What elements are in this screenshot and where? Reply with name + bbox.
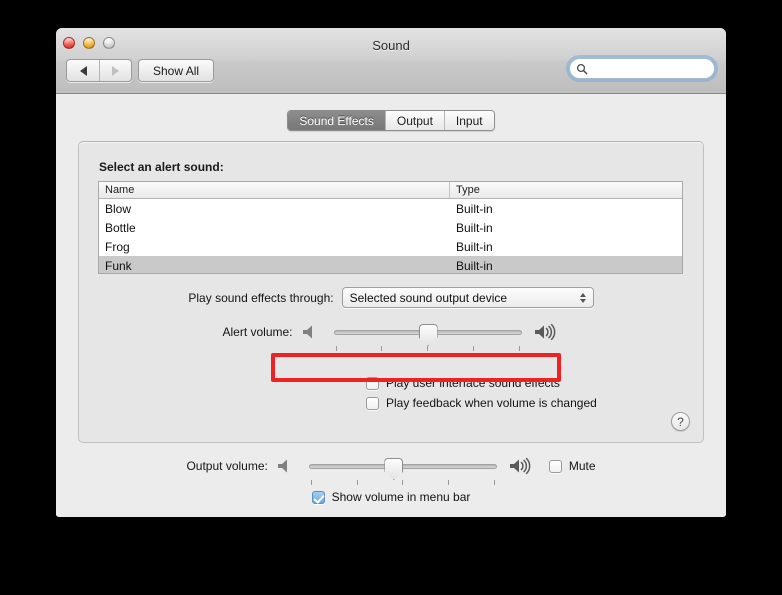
alert-volume-row: Alert volume: (79, 322, 703, 351)
speaker-low-icon (302, 325, 312, 339)
volume-feedback-label: Play feedback when volume is changed (386, 396, 597, 410)
navigation-segmented-control (66, 59, 132, 82)
cell-name: Funk (105, 258, 132, 273)
show-volume-menu-bar-row[interactable]: Show volume in menu bar (56, 490, 726, 504)
tab-bar: Sound Effects Output Input (56, 110, 726, 131)
mute-checkbox[interactable] (548, 459, 562, 473)
column-header-type[interactable]: Type (449, 182, 682, 198)
table-row-selected[interactable]: Funk Built-in (99, 256, 682, 273)
tab-sound-effects-label: Sound Effects (299, 113, 374, 128)
show-volume-menu-bar-label: Show volume in menu bar (331, 490, 471, 504)
tab-output[interactable]: Output (384, 111, 444, 130)
volume-feedback-checkbox[interactable] (366, 396, 379, 410)
show-all-button[interactable]: Show All (138, 59, 215, 82)
volume-feedback-checkbox-row[interactable]: Play feedback when volume is changed (366, 396, 597, 410)
slider-ticks (334, 346, 522, 351)
sound-preferences-window: Sound Show All Sound Effects Output Inpu… (56, 28, 726, 517)
forward-button[interactable] (99, 60, 131, 81)
search-field[interactable] (569, 58, 715, 79)
table-row[interactable]: Bottle Built-in (99, 218, 682, 237)
alert-sound-table[interactable]: Name Type Blow Built-in Bottle Built-in … (98, 181, 683, 274)
cell-type: Built-in (456, 201, 493, 216)
speaker-high-icon (509, 457, 531, 475)
window-title: Sound (372, 38, 410, 53)
forward-arrow-icon (112, 65, 119, 76)
slider-thumb[interactable] (384, 458, 404, 480)
speaker-low-icon (277, 459, 287, 473)
sound-effects-group-box: Select an alert sound: Name Type Blow Bu… (78, 141, 704, 443)
tab-input[interactable]: Input (443, 111, 494, 130)
mute-checkbox-row[interactable]: Mute (548, 459, 596, 473)
table-row[interactable]: Frog Built-in (99, 237, 682, 256)
play-through-row: Play sound effects through: Selected sou… (79, 287, 703, 308)
slider-thumb[interactable] (418, 324, 438, 346)
show-all-label: Show All (153, 63, 200, 78)
cell-type: Built-in (456, 239, 493, 254)
ui-sound-effects-label: Play user interface sound effects (386, 376, 560, 390)
tab-sound-effects[interactable]: Sound Effects (288, 111, 385, 130)
output-volume-label: Output volume: (186, 459, 268, 473)
window-titlebar: Sound Show All (56, 28, 726, 94)
output-volume-slider[interactable] (308, 456, 497, 485)
alert-volume-label: Alert volume: (222, 325, 293, 339)
preferences-content: Sound Effects Output Input Select an ale… (56, 94, 726, 516)
output-volume-row: Output volume: Mute (56, 456, 726, 485)
chevron-updown-icon (579, 292, 586, 303)
help-button[interactable]: ? (671, 412, 690, 431)
ui-sound-effects-checkbox[interactable] (366, 376, 379, 390)
mute-label: Mute (568, 459, 596, 473)
search-input[interactable] (591, 60, 706, 77)
slider-ticks (309, 480, 497, 485)
search-icon (576, 63, 588, 74)
tab-output-label: Output (396, 113, 433, 128)
ui-sound-effects-checkbox-row[interactable]: Play user interface sound effects (366, 376, 560, 390)
cell-name: Frog (105, 239, 130, 254)
alert-volume-slider[interactable] (333, 322, 522, 351)
cell-type: Built-in (456, 258, 493, 273)
tab-input-label: Input (455, 113, 483, 128)
cell-name: Bottle (105, 220, 136, 235)
back-button[interactable] (67, 60, 99, 81)
play-through-value: Selected sound output device (349, 290, 508, 305)
select-alert-sound-label: Select an alert sound: (99, 160, 224, 174)
play-through-dropdown[interactable]: Selected sound output device (341, 287, 594, 308)
cell-type: Built-in (456, 220, 493, 235)
play-through-label: Play sound effects through: (188, 290, 334, 305)
column-header-name[interactable]: Name (99, 182, 449, 198)
table-row[interactable]: Blow Built-in (99, 199, 682, 218)
table-header-row: Name Type (99, 182, 682, 199)
show-volume-menu-bar-checkbox[interactable] (311, 490, 325, 504)
back-arrow-icon (79, 65, 87, 76)
cell-name: Blow (105, 201, 132, 216)
help-question-icon: ? (677, 414, 684, 429)
speaker-high-icon (534, 323, 555, 341)
